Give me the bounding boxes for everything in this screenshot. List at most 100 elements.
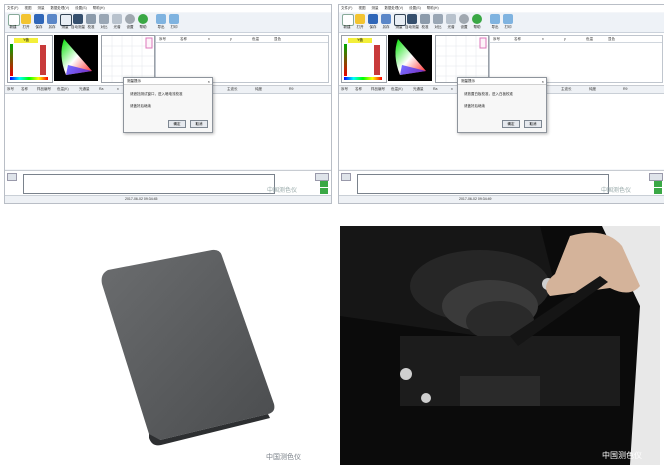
cancel-button[interactable]: 取消 xyxy=(524,120,542,128)
graph-toggle[interactable] xyxy=(7,173,17,181)
trend-graph xyxy=(357,174,609,194)
column-header[interactable]: Ra xyxy=(433,87,437,91)
info-header: 名称 xyxy=(514,37,521,41)
cie-chromaticity-plot xyxy=(61,39,92,75)
bar-label: Y值 xyxy=(14,38,38,43)
watermark: 中国测色仪 xyxy=(267,188,298,194)
arrow-icon xyxy=(47,14,57,24)
dialog-message: 请盖好后继续 xyxy=(130,104,151,108)
spectrum-icon xyxy=(446,14,456,24)
graph-toggle[interactable] xyxy=(341,173,351,181)
status-bar: 2017-06-02 09:34:45 xyxy=(5,195,331,203)
column-header[interactable]: 样品编号 xyxy=(37,87,51,92)
print-icon xyxy=(503,14,513,24)
cie-chromaticity-plot xyxy=(395,39,426,75)
column-header[interactable]: x xyxy=(451,87,453,91)
column-header[interactable]: 光通量 xyxy=(413,87,424,92)
spectrum-icon xyxy=(112,14,122,24)
menu-item-data[interactable]: 数据处理(V) xyxy=(50,6,69,11)
dialog-message: 请放置白板校准，进入白板校准 xyxy=(464,92,513,96)
menu-item-view[interactable]: 视图 xyxy=(24,6,31,11)
black-calibration-plate xyxy=(101,249,275,446)
next-arrow-icon[interactable] xyxy=(320,188,328,194)
dialog-message: 请盖好后继续 xyxy=(464,104,485,108)
help-button[interactable]: 帮助 xyxy=(471,14,483,31)
column-header[interactable]: Ra xyxy=(99,87,103,91)
folder-icon xyxy=(355,14,365,24)
column-header[interactable]: x xyxy=(117,87,119,91)
menu-item-help[interactable]: 帮助(H) xyxy=(93,6,105,11)
menu-item-view[interactable]: 视图 xyxy=(358,6,365,11)
spectrum-plot xyxy=(101,35,155,83)
info-header: x xyxy=(208,37,210,41)
column-header[interactable]: 名称 xyxy=(355,87,362,92)
info-header: 序号 xyxy=(159,37,166,41)
info-header: 名称 xyxy=(180,37,187,41)
menu-item-settings[interactable]: 设置(S) xyxy=(75,6,87,11)
next-arrow-icon[interactable] xyxy=(654,188,662,194)
column-header[interactable]: 纯度 xyxy=(255,87,262,92)
info-table: 序号 名称 x y 色温 显色 xyxy=(155,35,329,83)
trend-graph xyxy=(23,174,275,194)
cie-diagram xyxy=(388,35,432,81)
column-header[interactable]: R9 xyxy=(623,87,627,91)
column-header[interactable]: 光通量 xyxy=(79,87,90,92)
menu-item-file[interactable]: 文件(F) xyxy=(341,6,352,11)
close-icon[interactable]: × xyxy=(542,78,544,85)
toolbar: 新建 打开 保存 另存 测量 自动测量 校准 对比 光谱 设置 帮助 导出 打印 xyxy=(339,13,664,33)
print-button[interactable]: 打印 xyxy=(502,14,514,31)
column-header[interactable]: 色温(K) xyxy=(57,87,69,92)
menu-item-settings[interactable]: 设置(S) xyxy=(409,6,421,11)
trend-graph-row: 中国测色仪 xyxy=(5,170,331,195)
calibrate-icon xyxy=(86,14,96,24)
panel-toggle[interactable] xyxy=(649,173,663,181)
help-button[interactable]: 帮助 xyxy=(137,14,149,31)
value-bar-widget: Y值 xyxy=(341,35,387,83)
instrument-measuring-port xyxy=(340,226,660,465)
menu-item-measure[interactable]: 测量 xyxy=(371,6,378,11)
menu-bar: 文件(F) 视图 测量 数据处理(V) 设置(S) 帮助(H) xyxy=(5,5,331,12)
ok-button[interactable]: 确定 xyxy=(168,120,186,128)
close-icon[interactable]: × xyxy=(208,78,210,85)
menu-item-data[interactable]: 数据处理(V) xyxy=(384,6,403,11)
calibration-dialog: 测量提示 × 请遮挡测试窗口，进入暗电流校准 请盖好后继续 确定 取消 xyxy=(123,77,213,133)
column-header[interactable]: R9 xyxy=(289,87,293,91)
menu-item-file[interactable]: 文件(F) xyxy=(7,6,18,11)
menu-item-help[interactable]: 帮助(H) xyxy=(427,6,439,11)
dialog-message: 请遮挡测试窗口，进入暗电流校准 xyxy=(130,92,183,96)
prev-arrow-icon[interactable] xyxy=(654,181,662,187)
menu-item-measure[interactable]: 测量 xyxy=(37,6,44,11)
export-icon xyxy=(156,14,166,24)
dialog-title: 测量提示 xyxy=(458,78,546,85)
color-scale xyxy=(10,77,48,80)
info-header: 色温 xyxy=(586,37,593,41)
column-header[interactable]: 纯度 xyxy=(589,87,596,92)
panel-toggle[interactable] xyxy=(315,173,329,181)
column-header[interactable]: 色温(K) xyxy=(391,87,403,92)
auto-measure-icon xyxy=(73,14,83,24)
ok-button[interactable]: 确定 xyxy=(502,120,520,128)
color-scale xyxy=(344,77,382,80)
column-header[interactable]: 主波长 xyxy=(227,87,238,92)
column-header[interactable]: 序号 xyxy=(7,87,14,92)
column-header[interactable]: 样品编号 xyxy=(371,87,385,92)
spectrum-plot xyxy=(435,35,489,83)
cie-diagram xyxy=(54,35,98,81)
column-header[interactable]: 主波长 xyxy=(561,87,572,92)
cancel-button[interactable]: 取消 xyxy=(190,120,208,128)
status-bar: 2017-06-02 09:34:49 xyxy=(339,195,664,203)
software-window-left: 文件(F) 视图 测量 数据处理(V) 设置(S) 帮助(H) 新建 打开 保存… xyxy=(4,4,332,204)
value-bar xyxy=(374,45,380,75)
column-header[interactable]: 名称 xyxy=(21,87,28,92)
column-header[interactable]: 序号 xyxy=(341,87,348,92)
gear-icon xyxy=(125,14,135,24)
help-icon xyxy=(138,14,148,24)
instrument-photo: 中国测色仪 xyxy=(340,226,660,465)
value-bar xyxy=(40,45,46,75)
arrow-icon xyxy=(381,14,391,24)
print-button[interactable]: 打印 xyxy=(168,14,180,31)
gear-icon xyxy=(459,14,469,24)
prev-arrow-icon[interactable] xyxy=(320,181,328,187)
spectrum-grid xyxy=(436,36,488,82)
info-header: 显色 xyxy=(274,37,281,41)
